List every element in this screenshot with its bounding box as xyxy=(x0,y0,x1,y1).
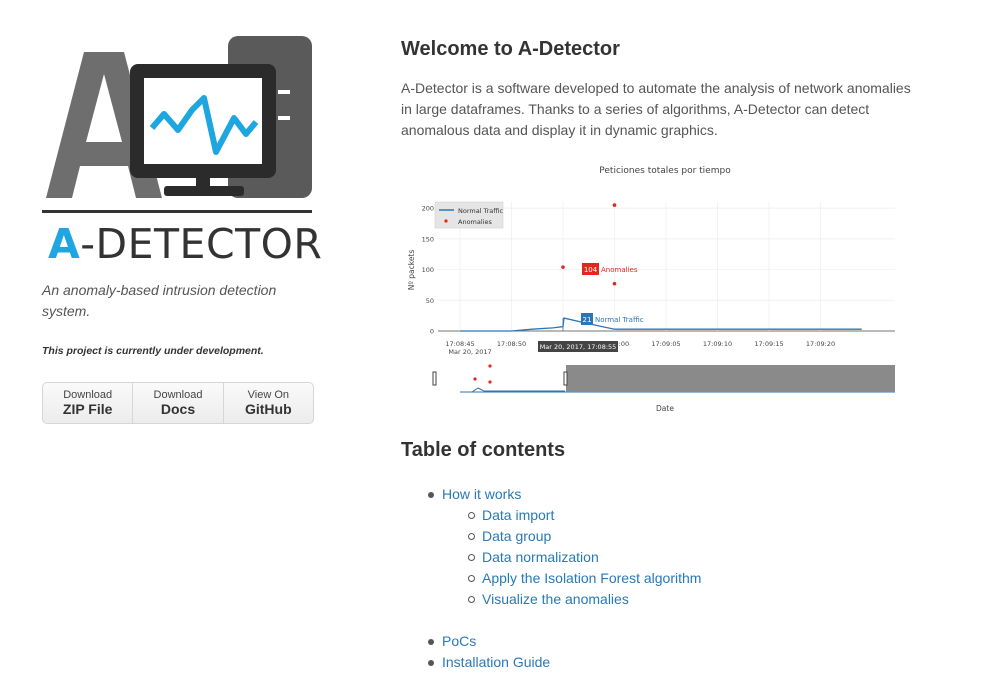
chart-x-tick-label: 17:09:15 xyxy=(754,340,783,348)
toc-item: Installation Guide xyxy=(428,652,701,673)
hover-anomaly-name: Anomalies xyxy=(601,266,638,274)
chart-series-line-normal-traffic xyxy=(460,317,862,332)
logo-wordmark-prefix: A xyxy=(48,220,81,268)
page-title: Welcome to A-Detector xyxy=(401,38,620,60)
logo-wordmark: A-DETECTOR xyxy=(48,222,322,266)
toc-subitem: Data group xyxy=(428,526,701,547)
download-zip-big: ZIP File xyxy=(62,401,113,417)
download-buttons: Download ZIP File Download Docs View On … xyxy=(42,382,314,424)
legend-anomaly-label: Anomalies xyxy=(458,218,492,226)
toc-link-data-import[interactable]: Data import xyxy=(482,507,554,523)
download-docs-button[interactable]: Download Docs xyxy=(133,383,224,423)
hover-normal-name: Normal Traffic xyxy=(595,316,644,324)
chart-y-tick-label: 150 xyxy=(422,235,434,243)
range-slider[interactable] xyxy=(432,364,895,393)
chart-ylabel: Nº packets xyxy=(407,250,416,291)
download-docs-small: Download xyxy=(153,389,203,401)
hover-x-label: Mar 20, 2017, 17:08:55 xyxy=(540,343,617,351)
chart-point-anomaly xyxy=(612,203,617,207)
logo-wordmark-rest: -DETECTOR xyxy=(80,220,323,268)
hover-anomaly: 104 Anomalies xyxy=(582,263,638,275)
toc-item: How it works xyxy=(428,484,701,505)
chart-x-tick-label: 17:09:05 xyxy=(651,340,680,348)
chart-legend: Normal Traffic Anomalies xyxy=(434,201,504,229)
download-zip-button[interactable]: Download ZIP File xyxy=(43,383,134,423)
toc-link-isolation-forest[interactable]: Apply the Isolation Forest algorithm xyxy=(482,570,701,586)
tagline: An anomaly-based intrusion detection sys… xyxy=(42,282,277,319)
chart-point-anomaly xyxy=(561,265,565,269)
view-github-big: GitHub xyxy=(244,401,292,417)
legend-normal-label: Normal Traffic xyxy=(458,207,504,215)
hover-anomaly-value: 104 xyxy=(584,266,598,274)
hover-normal-value: 21 xyxy=(583,316,592,324)
chart-xtick-sub: Mar 20, 2017 xyxy=(448,348,491,356)
main-content: Welcome to A-Detector A-Detector is a so… xyxy=(401,36,911,155)
toc-link-installation-guide[interactable]: Installation Guide xyxy=(442,654,550,670)
chart-x-tick-label: 17:09:20 xyxy=(806,340,835,348)
intro-paragraph: A-Detector is a software developed to au… xyxy=(401,80,911,138)
download-zip-small: Download xyxy=(63,389,113,401)
range-left-handle[interactable] xyxy=(432,371,437,386)
toc-subitem: Apply the Isolation Forest algorithm xyxy=(428,568,701,589)
toc-list: How it works Data import Data group Data… xyxy=(428,484,701,673)
chart-title: Peticiones totales por tiempo xyxy=(599,166,731,176)
chart-svg[interactable]: Peticiones totales por tiempo Nº packets… xyxy=(400,158,905,420)
toc-item: PoCs xyxy=(428,631,701,652)
hover-normal: 21 Normal Traffic xyxy=(581,313,644,325)
toc-subitem: Data normalization xyxy=(428,547,701,568)
chart-y-tick-label: 0 xyxy=(430,328,434,336)
view-github-small: View On xyxy=(247,389,289,401)
chart-point-anomaly xyxy=(612,281,617,286)
toc-link-visualize-anomalies[interactable]: Visualize the anomalies xyxy=(482,591,629,607)
range-unselected-mask xyxy=(566,365,895,392)
view-github-button[interactable]: View On GitHub xyxy=(224,383,313,423)
chart-y-tick-label: 50 xyxy=(426,297,434,305)
toc-link-data-group[interactable]: Data group xyxy=(482,528,551,544)
range-anomaly-point xyxy=(488,364,492,368)
legend-anomaly-swatch xyxy=(444,219,448,223)
range-anomaly-point xyxy=(488,380,492,384)
toc-link-pocs[interactable]: PoCs xyxy=(442,633,476,649)
toc-link-how-it-works[interactable]: How it works xyxy=(442,486,521,502)
chart-y-tick-label: 200 xyxy=(422,205,434,213)
chart-xlabel: Date xyxy=(656,404,674,413)
chart-y-tick-label: 100 xyxy=(422,266,434,274)
toc-subitem: Visualize the anomalies xyxy=(428,589,701,610)
range-right-handle[interactable] xyxy=(563,371,568,386)
chart-x-tick-label: 17:08:50 xyxy=(497,340,526,348)
chart-x-tick-label: 17:09:10 xyxy=(703,340,732,348)
packets-chart[interactable]: Peticiones totales por tiempo Nº packets… xyxy=(400,158,905,420)
range-anomaly-point xyxy=(473,377,477,381)
chart-x-tick-label: 17:08:45 xyxy=(445,340,474,348)
toc-title: Table of contents xyxy=(401,439,566,461)
dev-note: This project is currently under developm… xyxy=(42,345,264,357)
page: A-DETECTOR An anomaly-based intrusion de… xyxy=(0,0,996,676)
toc-link-data-normalization[interactable]: Data normalization xyxy=(482,549,599,565)
hover-x: Mar 20, 2017, 17:08:55 xyxy=(538,341,618,352)
download-docs-big: Docs xyxy=(160,401,196,417)
toc-subitem: Data import xyxy=(428,505,701,526)
